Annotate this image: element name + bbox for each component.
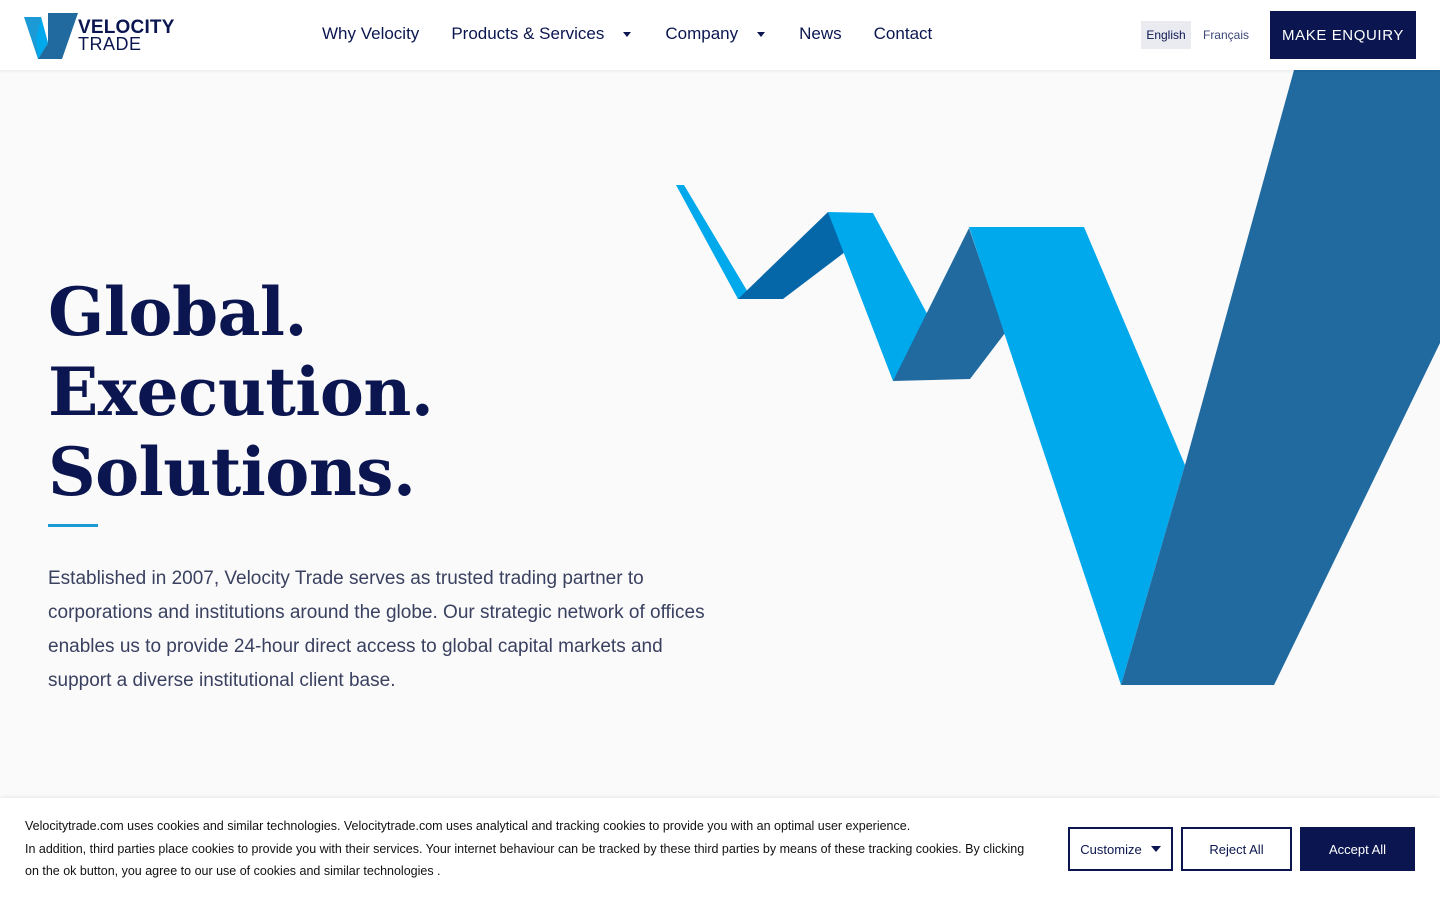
customize-label: Customize	[1080, 841, 1142, 857]
logo-word-trade: TRADE	[78, 34, 142, 54]
cookie-banner: Velocitytrade.com uses cookies and simil…	[0, 798, 1440, 900]
headline-accent-rule	[48, 524, 98, 527]
accept-all-button[interactable]: Accept All	[1300, 827, 1415, 871]
nav-why-velocity-label: Why Velocity	[322, 24, 420, 43]
chevron-down-icon	[757, 31, 766, 37]
nav-products-services[interactable]: Products & Services	[451, 24, 632, 44]
headline-line-solutions: Solutions.	[48, 433, 416, 511]
language-french[interactable]: Français	[1201, 21, 1251, 49]
main-nav: Why Velocity Products & Services Company…	[322, 24, 932, 44]
chevron-down-icon	[623, 31, 632, 37]
ribbon-segment-1	[676, 185, 752, 299]
hero-headline: Global. Execution. Solutions.	[48, 272, 434, 512]
nav-company-label: Company	[665, 24, 739, 43]
headline-line-global: Global.	[48, 273, 307, 351]
cookie-text-line-1: Velocitytrade.com uses cookies and simil…	[25, 819, 911, 833]
make-enquiry-button[interactable]: MAKE ENQUIRY	[1270, 11, 1416, 59]
nav-company[interactable]: Company	[665, 24, 766, 44]
nav-contact-label: Contact	[873, 24, 933, 43]
cookie-banner-text: Velocitytrade.com uses cookies and simil…	[25, 815, 1035, 883]
ribbon-segment-2	[738, 212, 845, 299]
velocity-trade-logo[interactable]: VELOCITY TRADE	[24, 13, 175, 59]
logo-wordmark: VELOCITY TRADE	[78, 18, 175, 54]
site-header: VELOCITY TRADE Why Velocity Products & S…	[0, 0, 1440, 70]
caret-down-icon	[1150, 846, 1161, 852]
nav-contact[interactable]: Contact	[874, 24, 933, 44]
language-english[interactable]: English	[1141, 21, 1191, 49]
velocity-v-logo-icon	[24, 13, 78, 59]
customize-cookies-button[interactable]: Customize	[1068, 827, 1173, 871]
nav-why-velocity[interactable]: Why Velocity	[322, 24, 419, 44]
ribbon-segment-6	[1121, 70, 1440, 685]
nav-products-services-label: Products & Services	[451, 24, 605, 43]
headline-line-execution: Execution.	[48, 353, 434, 431]
hero-intro-text: Established in 2007, Velocity Trade serv…	[48, 568, 705, 691]
reject-all-button[interactable]: Reject All	[1181, 827, 1292, 871]
nav-news-label: News	[799, 24, 842, 43]
nav-news[interactable]: News	[799, 24, 842, 44]
cookie-text-line-2: In addition, third parties place cookies…	[25, 841, 1025, 879]
